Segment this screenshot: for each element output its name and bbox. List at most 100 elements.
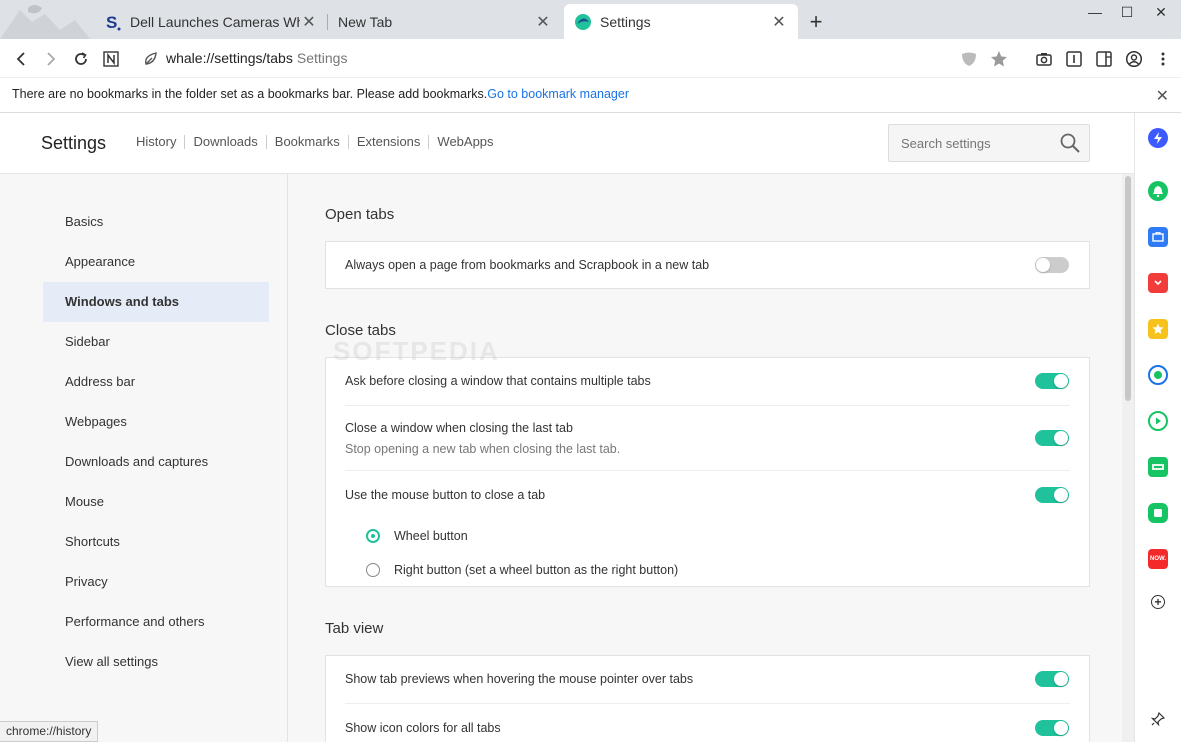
settings-header: Settings History Downloads Bookmarks Ext…: [0, 113, 1134, 174]
section-title-open-tabs: Open tabs: [325, 206, 395, 223]
nav-link-history[interactable]: History: [136, 135, 186, 149]
toolbox-icon[interactable]: [1148, 227, 1168, 247]
lightning-icon[interactable]: [1148, 128, 1168, 148]
toggle-ask-before-closing[interactable]: [1035, 373, 1069, 389]
setting-row: Close a window when closing the last tab…: [345, 421, 1070, 456]
setting-row: Always open a page from bookmarks and Sc…: [345, 258, 710, 272]
setting-row: Show icon colors for all tabs: [345, 721, 501, 735]
tab-settings[interactable]: Settings ✕: [564, 4, 798, 39]
profile-icon[interactable]: [1123, 48, 1145, 70]
url-page-title: Settings: [296, 50, 348, 66]
back-icon[interactable]: [10, 48, 32, 70]
nav-item-downloads-and-captures[interactable]: Downloads and captures: [43, 442, 269, 482]
bookmark-bar: There are no bookmarks in the folder set…: [0, 78, 1181, 113]
setting-row: Show tab previews when hovering the mous…: [345, 672, 694, 686]
bookmark-manager-link[interactable]: Go to bookmark manager: [487, 87, 629, 101]
nav-item-basics[interactable]: Basics: [43, 202, 269, 242]
new-tab-button[interactable]: +: [805, 11, 827, 34]
section-title-tab-view: Tab view: [325, 620, 384, 637]
nav-item-windows-and-tabs[interactable]: Windows and tabs: [43, 282, 269, 322]
status-bar: chrome://history: [0, 721, 99, 742]
notification-bell-icon[interactable]: [1148, 181, 1168, 201]
close-icon[interactable]: ✕: [1156, 86, 1169, 106]
search-input[interactable]: [889, 125, 1049, 161]
nav-item-shortcuts[interactable]: Shortcuts: [43, 522, 269, 562]
favorites-star-icon[interactable]: [1148, 319, 1168, 339]
nav-item-mouse[interactable]: Mouse: [43, 482, 269, 522]
toggle-icon-colors[interactable]: [1035, 720, 1069, 736]
now-icon[interactable]: NOW.: [1148, 549, 1168, 569]
play-icon[interactable]: [1148, 411, 1168, 431]
nav-item-view-all-settings[interactable]: View all settings: [43, 642, 269, 682]
card-close-tabs: Ask before closing a window that contain…: [325, 357, 1090, 587]
tab-dell[interactable]: S Dell Launches Cameras Whose ✕: [94, 4, 328, 39]
search-box: [888, 124, 1090, 162]
naver-icon[interactable]: [100, 48, 122, 70]
close-window-icon[interactable]: ✕: [1143, 2, 1179, 22]
nav-link-bookmarks[interactable]: Bookmarks: [267, 135, 349, 149]
setting-label: Close a window when closing the last tab: [345, 421, 573, 435]
add-icon[interactable]: +: [1151, 595, 1165, 609]
radio-wheel-button[interactable]: [366, 529, 380, 543]
toggle-close-window-last-tab[interactable]: [1035, 430, 1069, 446]
softpedia-favicon-icon: S: [104, 13, 122, 31]
nav-link-downloads[interactable]: Downloads: [185, 135, 267, 149]
card-tab-view: Show tab previews when hovering the mous…: [325, 655, 1090, 742]
page-title: Settings: [41, 133, 107, 153]
settings-content: Basics Appearance Windows and tabs Sideb…: [0, 174, 1122, 742]
nav-item-address-bar[interactable]: Address bar: [43, 362, 269, 402]
url-text: whale://settings/tabs: [166, 50, 293, 66]
webtoon-icon[interactable]: [1148, 457, 1168, 477]
watermark: SOFTPEDIA: [333, 336, 500, 366]
toggle-mouse-close-tab[interactable]: [1035, 487, 1069, 503]
radio-label: Wheel button: [394, 529, 468, 543]
toggle-open-bookmarks-new-tab[interactable]: [1035, 257, 1069, 273]
green-square-icon[interactable]: [1148, 503, 1168, 523]
capture-icon[interactable]: [1033, 48, 1055, 70]
search-icon[interactable]: [1059, 132, 1081, 159]
tab-title: Settings: [600, 13, 651, 30]
translate-icon[interactable]: [1148, 365, 1168, 385]
bookmark-star-icon[interactable]: [988, 48, 1010, 70]
close-tab-icon[interactable]: ✕: [770, 13, 788, 31]
forward-icon[interactable]: [40, 48, 62, 70]
menu-icon[interactable]: [1152, 48, 1174, 70]
shield-icon[interactable]: [958, 48, 980, 70]
minimize-icon[interactable]: —: [1077, 2, 1113, 22]
address-bar[interactable]: whale://settings/tabs Settings: [166, 50, 347, 66]
scrollbar[interactable]: [1122, 174, 1134, 742]
radio-label: Right button (set a wheel button as the …: [394, 563, 679, 577]
tab-title: New Tab: [338, 13, 393, 30]
nav-item-privacy[interactable]: Privacy: [43, 562, 269, 602]
site-info-icon[interactable]: [140, 48, 162, 70]
svg-text:S: S: [106, 13, 117, 31]
nav-item-performance[interactable]: Performance and others: [43, 602, 269, 642]
setting-row: Use the mouse button to close a tab: [345, 488, 546, 502]
reader-mode-icon[interactable]: [1063, 48, 1085, 70]
nav-item-appearance[interactable]: Appearance: [43, 242, 269, 282]
pin-icon[interactable]: [1148, 709, 1168, 729]
bookmark-bar-message: There are no bookmarks in the folder set…: [12, 87, 488, 101]
toolbar: whale://settings/tabs Settings: [0, 39, 1181, 78]
pocket-icon[interactable]: [1148, 273, 1168, 293]
maximize-icon[interactable]: ☐: [1109, 2, 1145, 22]
nav-link-webapps[interactable]: WebApps: [429, 135, 501, 149]
right-sidebar: NOW. +: [1134, 113, 1181, 742]
radio-right-button[interactable]: [366, 563, 380, 577]
scrollbar-thumb[interactable]: [1125, 176, 1131, 401]
nav-item-sidebar[interactable]: Sidebar: [43, 322, 269, 362]
setting-row: Ask before closing a window that contain…: [345, 374, 651, 388]
split-view-icon[interactable]: [1093, 48, 1115, 70]
close-tab-icon[interactable]: ✕: [534, 13, 552, 31]
nav-item-webpages[interactable]: Webpages: [43, 402, 269, 442]
tab-strip: S Dell Launches Cameras Whose ✕ New Tab …: [0, 0, 1181, 39]
settings-left-nav: Basics Appearance Windows and tabs Sideb…: [0, 174, 288, 742]
nav-link-extensions[interactable]: Extensions: [349, 135, 430, 149]
card-open-tabs: Always open a page from bookmarks and Sc…: [325, 241, 1090, 289]
toggle-tab-previews[interactable]: [1035, 671, 1069, 687]
whale-favicon-icon: [574, 13, 592, 31]
settings-nav-links: History Downloads Bookmarks Extensions W…: [136, 135, 502, 149]
reload-icon[interactable]: [70, 48, 92, 70]
tab-new-tab[interactable]: New Tab ✕: [328, 4, 562, 39]
close-tab-icon[interactable]: ✕: [300, 13, 318, 31]
